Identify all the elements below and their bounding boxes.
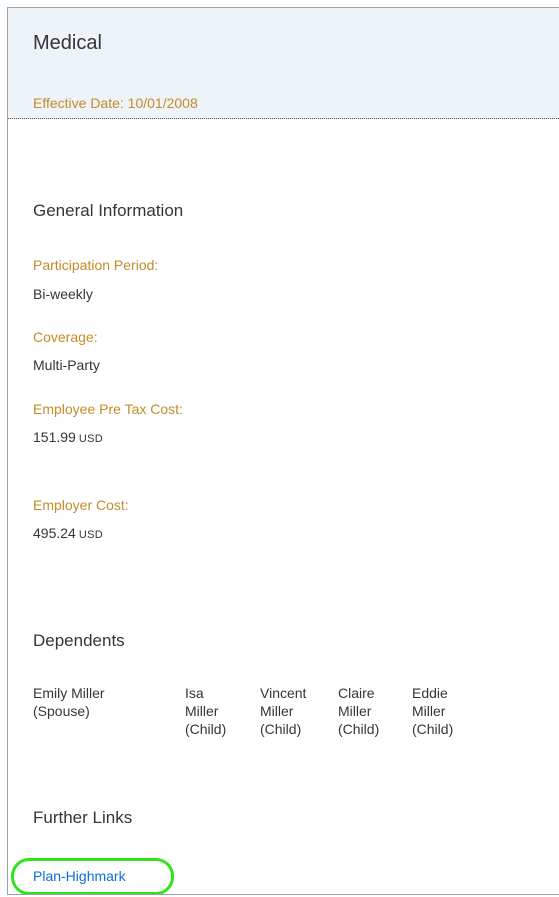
dependent-line: (Child) <box>185 721 227 737</box>
dependents-heading: Dependents <box>33 631 125 650</box>
benefit-detail-panel: Medical Effective Date: 10/01/2008 Gener… <box>7 7 559 895</box>
employer-cost-label: Employer Cost: <box>33 497 129 513</box>
dependent-line: Miller <box>185 703 219 719</box>
dependent-line: (Child) <box>260 721 302 737</box>
plan-header: Medical Effective Date: 10/01/2008 <box>8 8 559 119</box>
employer-cost-currency: USD <box>78 529 103 541</box>
dependent-line: Eddie <box>412 685 448 701</box>
employee-cost-amount: 151.99 <box>33 429 76 445</box>
dependent-line: Miller <box>412 703 446 719</box>
dependent-line: Miller <box>260 703 294 719</box>
dependent-line: (Child) <box>338 721 380 737</box>
coverage-label: Coverage: <box>33 329 98 345</box>
dependent-line: Claire <box>338 685 375 701</box>
dependent-item: Vincent Miller (Child) <box>260 684 306 738</box>
dependent-item: Isa Miller (Child) <box>185 684 226 738</box>
dependent-line: Miller <box>338 703 372 719</box>
dependent-item: Emily Miller (Spouse) <box>33 684 105 720</box>
further-links-heading: Further Links <box>33 808 133 827</box>
coverage-value: Multi-Party <box>33 357 100 373</box>
participation-period-label: Participation Period: <box>33 257 159 273</box>
dependent-line: Vincent <box>260 685 307 701</box>
participation-period-value: Bi-weekly <box>33 286 93 302</box>
plan-title: Medical <box>33 32 102 54</box>
general-information-heading: General Information <box>33 201 184 220</box>
employee-cost-currency: USD <box>78 433 103 445</box>
dependent-line: (Child) <box>412 721 454 737</box>
plan-highmark-link[interactable]: Plan-Highmark <box>33 868 126 884</box>
dependent-line: Isa <box>185 685 204 701</box>
employer-cost-value: 495.24 USD <box>33 525 103 541</box>
dependent-item: Eddie Miller (Child) <box>412 684 453 738</box>
dependent-line: (Spouse) <box>33 703 90 719</box>
dependent-item: Claire Miller (Child) <box>338 684 379 738</box>
employee-cost-value: 151.99 USD <box>33 429 103 445</box>
dependent-line: Emily Miller <box>33 685 105 701</box>
effective-date: Effective Date: 10/01/2008 <box>33 95 198 111</box>
employer-cost-amount: 495.24 <box>33 525 76 541</box>
employee-cost-label: Employee Pre Tax Cost: <box>33 401 183 417</box>
